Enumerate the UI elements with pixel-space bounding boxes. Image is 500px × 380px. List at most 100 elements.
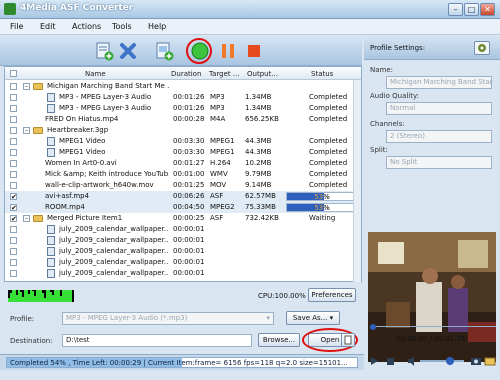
menu-actions[interactable]: Actions (72, 22, 101, 31)
row-checkbox[interactable] (10, 160, 17, 167)
table-row[interactable]: ✔ – Merged Picture Item1 00:00:25 ASF 732.42K… (5, 213, 361, 224)
row-checkbox[interactable] (10, 270, 17, 277)
table-row[interactable]: july_2009_calendar_wallpaper... 00:00:01 (5, 268, 361, 279)
volume-icon[interactable] (406, 355, 418, 367)
channels-label: Channels: (370, 120, 405, 128)
row-output: 1.34MB (245, 104, 272, 112)
row-output: 62.57MB (245, 192, 276, 200)
preferences-button[interactable]: Preferences (308, 288, 356, 302)
row-name: july_2009_calendar_wallpaper... (59, 269, 169, 277)
file-list-scrollbar[interactable] (353, 80, 361, 282)
name-label: Name: (370, 66, 394, 74)
profile-settings-header: Profile Settings: (364, 36, 500, 60)
row-checkbox[interactable] (10, 182, 17, 189)
row-checkbox[interactable] (10, 94, 17, 101)
col-status[interactable]: Status (311, 70, 333, 78)
row-checkbox[interactable] (10, 171, 17, 178)
status-box: Completed 54% , Time Left: 00:00:29 | Cu… (6, 357, 358, 368)
table-row[interactable]: july_2009_calendar_wallpaper... 00:00:01 (5, 235, 361, 246)
row-checkbox[interactable]: ✔ (10, 215, 17, 223)
row-status: Completed (309, 159, 348, 167)
table-row[interactable]: FRED On Hiatus.mp4 00:00:28 M4A 656.25KB Com… (5, 114, 361, 125)
stop-icon[interactable] (244, 41, 264, 61)
stop-preview-icon[interactable] (384, 355, 396, 367)
row-checkbox[interactable] (10, 259, 17, 266)
col-duration[interactable]: Duration (171, 70, 201, 78)
log-icon[interactable] (341, 333, 355, 347)
seek-handle[interactable] (370, 324, 376, 330)
add-folder-icon[interactable] (154, 41, 174, 61)
profile-settings-panel: Profile Settings: Name: Michigan Marchin… (364, 36, 500, 370)
maximize-button[interactable]: □ (464, 3, 479, 16)
volume-slider[interactable] (420, 357, 464, 365)
row-checkbox[interactable] (10, 237, 17, 244)
settings-gear-icon[interactable] (474, 41, 490, 55)
snapshot-icon[interactable] (470, 355, 482, 367)
volume-handle[interactable] (446, 357, 454, 365)
destination-field[interactable]: D:\test (62, 334, 252, 347)
table-row[interactable]: july_2009_calendar_wallpaper... 00:00:01 (5, 224, 361, 235)
row-checkbox[interactable] (10, 116, 17, 123)
row-checkbox[interactable] (10, 138, 17, 145)
row-status: Waiting (309, 214, 336, 222)
row-output: 44.3MB (245, 137, 272, 145)
channels-select[interactable]: 2 (Stereo) (386, 130, 492, 143)
close-button[interactable]: ✕ (480, 3, 495, 16)
table-row[interactable]: MP3 - MPEG Layer-3 Audio 00:01:26 MP3 1.34M… (5, 103, 361, 114)
row-duration: 00:01:27 (173, 159, 205, 167)
row-checkbox[interactable] (10, 83, 17, 90)
row-checkbox[interactable] (10, 248, 17, 255)
status-text: Completed 54% , Time Left: 00:00:29 | Cu… (10, 359, 348, 367)
table-row[interactable]: Mick &amp; Keith introduce YouTub... 00:0… (5, 169, 361, 180)
table-row[interactable]: Women In Art0-0.avi 00:01:27 H.264 10.2MB Co… (5, 158, 361, 169)
row-target: MP3 (210, 93, 225, 101)
name-field[interactable]: Michigan Marching Band Start (386, 76, 492, 89)
row-target: MP3 (210, 104, 225, 112)
row-checkbox[interactable] (10, 226, 17, 233)
row-target: MPEG1 (210, 137, 235, 145)
col-name[interactable]: Name (85, 70, 106, 78)
table-row[interactable]: – Michigan Marching Band Start Me ... (5, 81, 361, 92)
menu-edit[interactable]: Edit (40, 22, 56, 31)
table-row[interactable]: ✔ avi+asf.mp4 00:06:26 ASF 62.57MB 53% (5, 191, 361, 202)
table-row[interactable]: MPEG1 Video 00:03:30 MPEG1 44.3MB Completed (5, 136, 361, 147)
row-output: 9.14MB (245, 181, 272, 189)
play-icon[interactable] (368, 355, 380, 367)
row-name: july_2009_calendar_wallpaper... (59, 247, 169, 255)
col-output[interactable]: Output... (247, 70, 278, 78)
row-checkbox[interactable]: ✔ (10, 193, 17, 201)
row-checkbox[interactable] (10, 105, 17, 112)
browse-button[interactable]: Browse... (258, 333, 300, 347)
table-row[interactable]: – Heartbreaker.3gp (5, 125, 361, 136)
seek-bar[interactable] (370, 324, 496, 332)
profile-select[interactable]: MP3 - MPEG Layer-3 Audio (*.mp3) ▾ (62, 312, 274, 325)
table-row[interactable]: MP3 - MPEG Layer-3 Audio 00:01:26 MP3 1.34M… (5, 92, 361, 103)
expand-toggle-icon[interactable]: – (23, 215, 30, 222)
menu-help[interactable]: Help (148, 22, 166, 31)
menu-tools[interactable]: Tools (112, 22, 132, 31)
pause-icon[interactable] (218, 41, 238, 61)
table-row[interactable]: ✔ ROOM.mp4 00:04:50 MPEG2 75.33MB 53% (5, 202, 361, 213)
col-target[interactable]: Target ... (209, 70, 240, 78)
table-row[interactable]: MPEG1 Video 00:03:30 MPEG1 44.3MB Completed (5, 147, 361, 158)
add-file-icon[interactable] (94, 41, 114, 61)
row-checkbox[interactable] (10, 149, 17, 156)
table-row[interactable]: wall-e-clip-artwork_h640w.mov 00:01:25 MOV… (5, 180, 361, 191)
audio-quality-select[interactable]: Normal (386, 102, 492, 115)
expand-toggle-icon[interactable]: – (23, 127, 30, 134)
save-as-button[interactable]: Save As... ▾ (286, 311, 340, 325)
expand-toggle-icon[interactable]: – (23, 83, 30, 90)
row-checkbox[interactable] (10, 127, 17, 134)
select-all-checkbox[interactable] (10, 70, 17, 77)
table-row[interactable]: july_2009_calendar_wallpaper... 00:00:01 (5, 257, 361, 268)
row-target: ASF (210, 192, 224, 200)
row-name: MP3 - MPEG Layer-3 Audio (59, 93, 152, 101)
split-select[interactable]: No Split (386, 156, 492, 169)
row-name: july_2009_calendar_wallpaper... (59, 236, 169, 244)
table-row[interactable]: july_2009_calendar_wallpaper... 00:00:01 (5, 246, 361, 257)
row-checkbox[interactable]: ✔ (10, 204, 17, 212)
minimize-button[interactable]: – (448, 3, 463, 16)
open-folder-icon[interactable] (484, 355, 496, 367)
delete-icon[interactable] (118, 41, 138, 61)
menu-file[interactable]: File (10, 22, 23, 31)
